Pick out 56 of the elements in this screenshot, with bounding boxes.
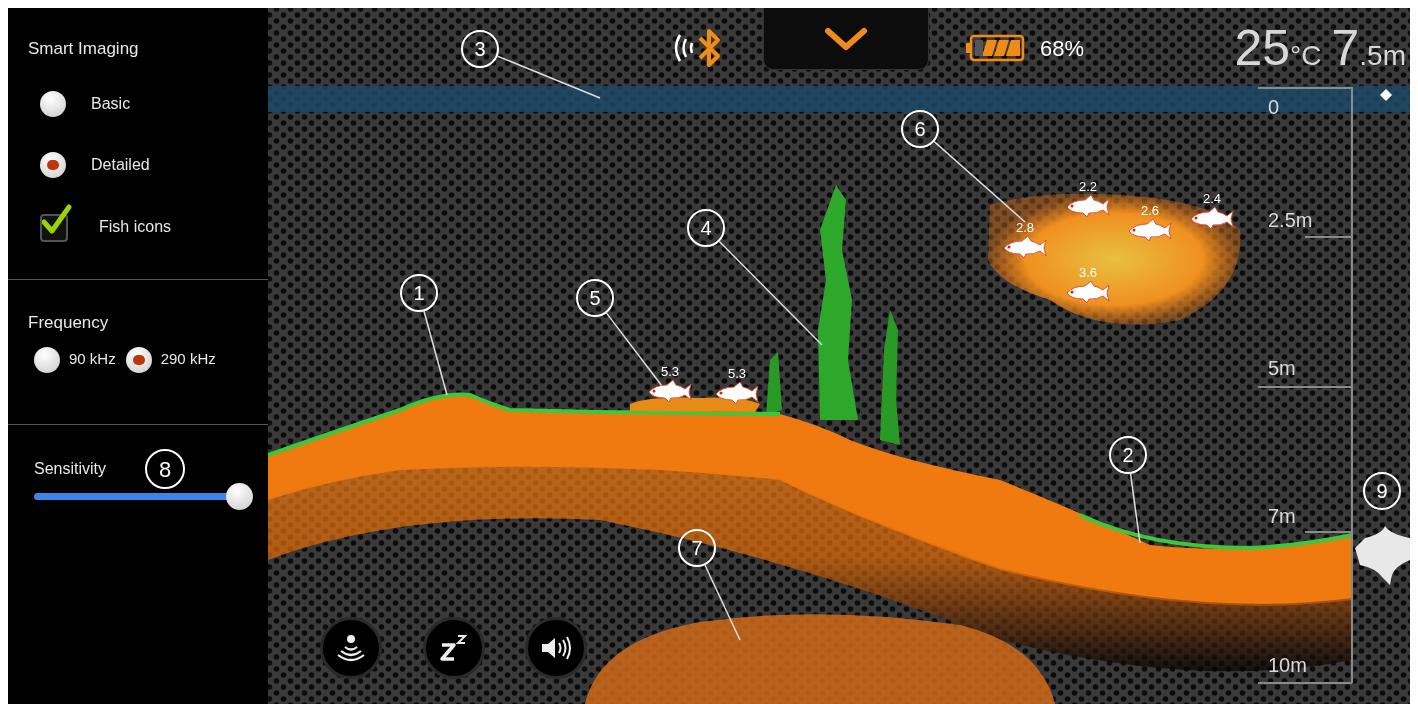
slider-label: Sensitivity [34, 459, 107, 479]
callout-number: 3 [461, 30, 499, 68]
transducer-icon [1355, 526, 1410, 585]
fish-icon [1127, 218, 1173, 242]
depth-scale-label: 7m [1268, 504, 1296, 529]
fish-icon [714, 381, 760, 405]
callout-number: 7 [678, 529, 716, 567]
temperature-value: 25 [1234, 19, 1291, 78]
dropdown-toggle[interactable] [763, 8, 929, 70]
section-title: Frequency [28, 312, 110, 334]
fish-depth-label: 2.6 [1140, 204, 1160, 218]
checkbox[interactable] [40, 203, 74, 242]
sonar-ping-icon [336, 633, 366, 663]
battery-icon [965, 33, 1027, 63]
option-label: Basic [91, 93, 131, 114]
section-title: Smart Imaging [28, 38, 140, 60]
fish-depth-label: 3.6 [1078, 266, 1098, 280]
fish-depth-label: 2.8 [1015, 221, 1035, 235]
fish-depth-label: 2.4 [1202, 192, 1222, 206]
fish-icon [1065, 280, 1111, 304]
fish-icon [1065, 194, 1111, 218]
callout-number: 9 [1363, 472, 1401, 510]
checkmark-icon [42, 203, 72, 236]
position-marker-icon [1380, 89, 1392, 101]
depth-scale-label: 5m [1268, 356, 1296, 381]
fish-depth-label: 5.3 [660, 365, 680, 379]
callout-number: 4 [687, 209, 725, 247]
depth-scale-label: 0 [1268, 95, 1280, 120]
fish-icon [647, 379, 693, 403]
fish-icon [1002, 235, 1048, 259]
depth-scale-label: 2.5m [1268, 208, 1313, 233]
callout-number: 6 [901, 110, 939, 148]
fish-depth-label: 5.3 [727, 367, 747, 381]
option-label: 90 kHz [69, 349, 116, 370]
callout-number: 8 [145, 449, 186, 489]
option-label: Detailed [91, 154, 150, 175]
option-label: Fish icons [99, 216, 172, 237]
callout-number: 5 [576, 279, 614, 317]
callout-number: 1 [400, 274, 438, 312]
depth-value: 7 [1331, 19, 1360, 78]
temperature-unit: °C [1290, 39, 1322, 73]
radio-button[interactable] [34, 346, 60, 373]
fish-icon [1189, 206, 1235, 230]
sleep-icon [439, 633, 469, 663]
depth-unit: .5m [1359, 39, 1406, 73]
chevron-down-icon [824, 25, 868, 52]
option-label: 290 kHz [160, 349, 216, 370]
depth-scale-label: 10m [1268, 653, 1307, 678]
radio-button[interactable] [40, 151, 66, 178]
radio-button[interactable] [125, 346, 152, 373]
leader-line [1129, 473, 1141, 544]
radio-button[interactable] [40, 90, 66, 117]
battery-percentage: 68% [1040, 35, 1085, 63]
slider-thumb[interactable] [225, 483, 253, 510]
callout-number: 2 [1109, 436, 1147, 474]
fish-depth-label: 2.2 [1078, 180, 1098, 194]
